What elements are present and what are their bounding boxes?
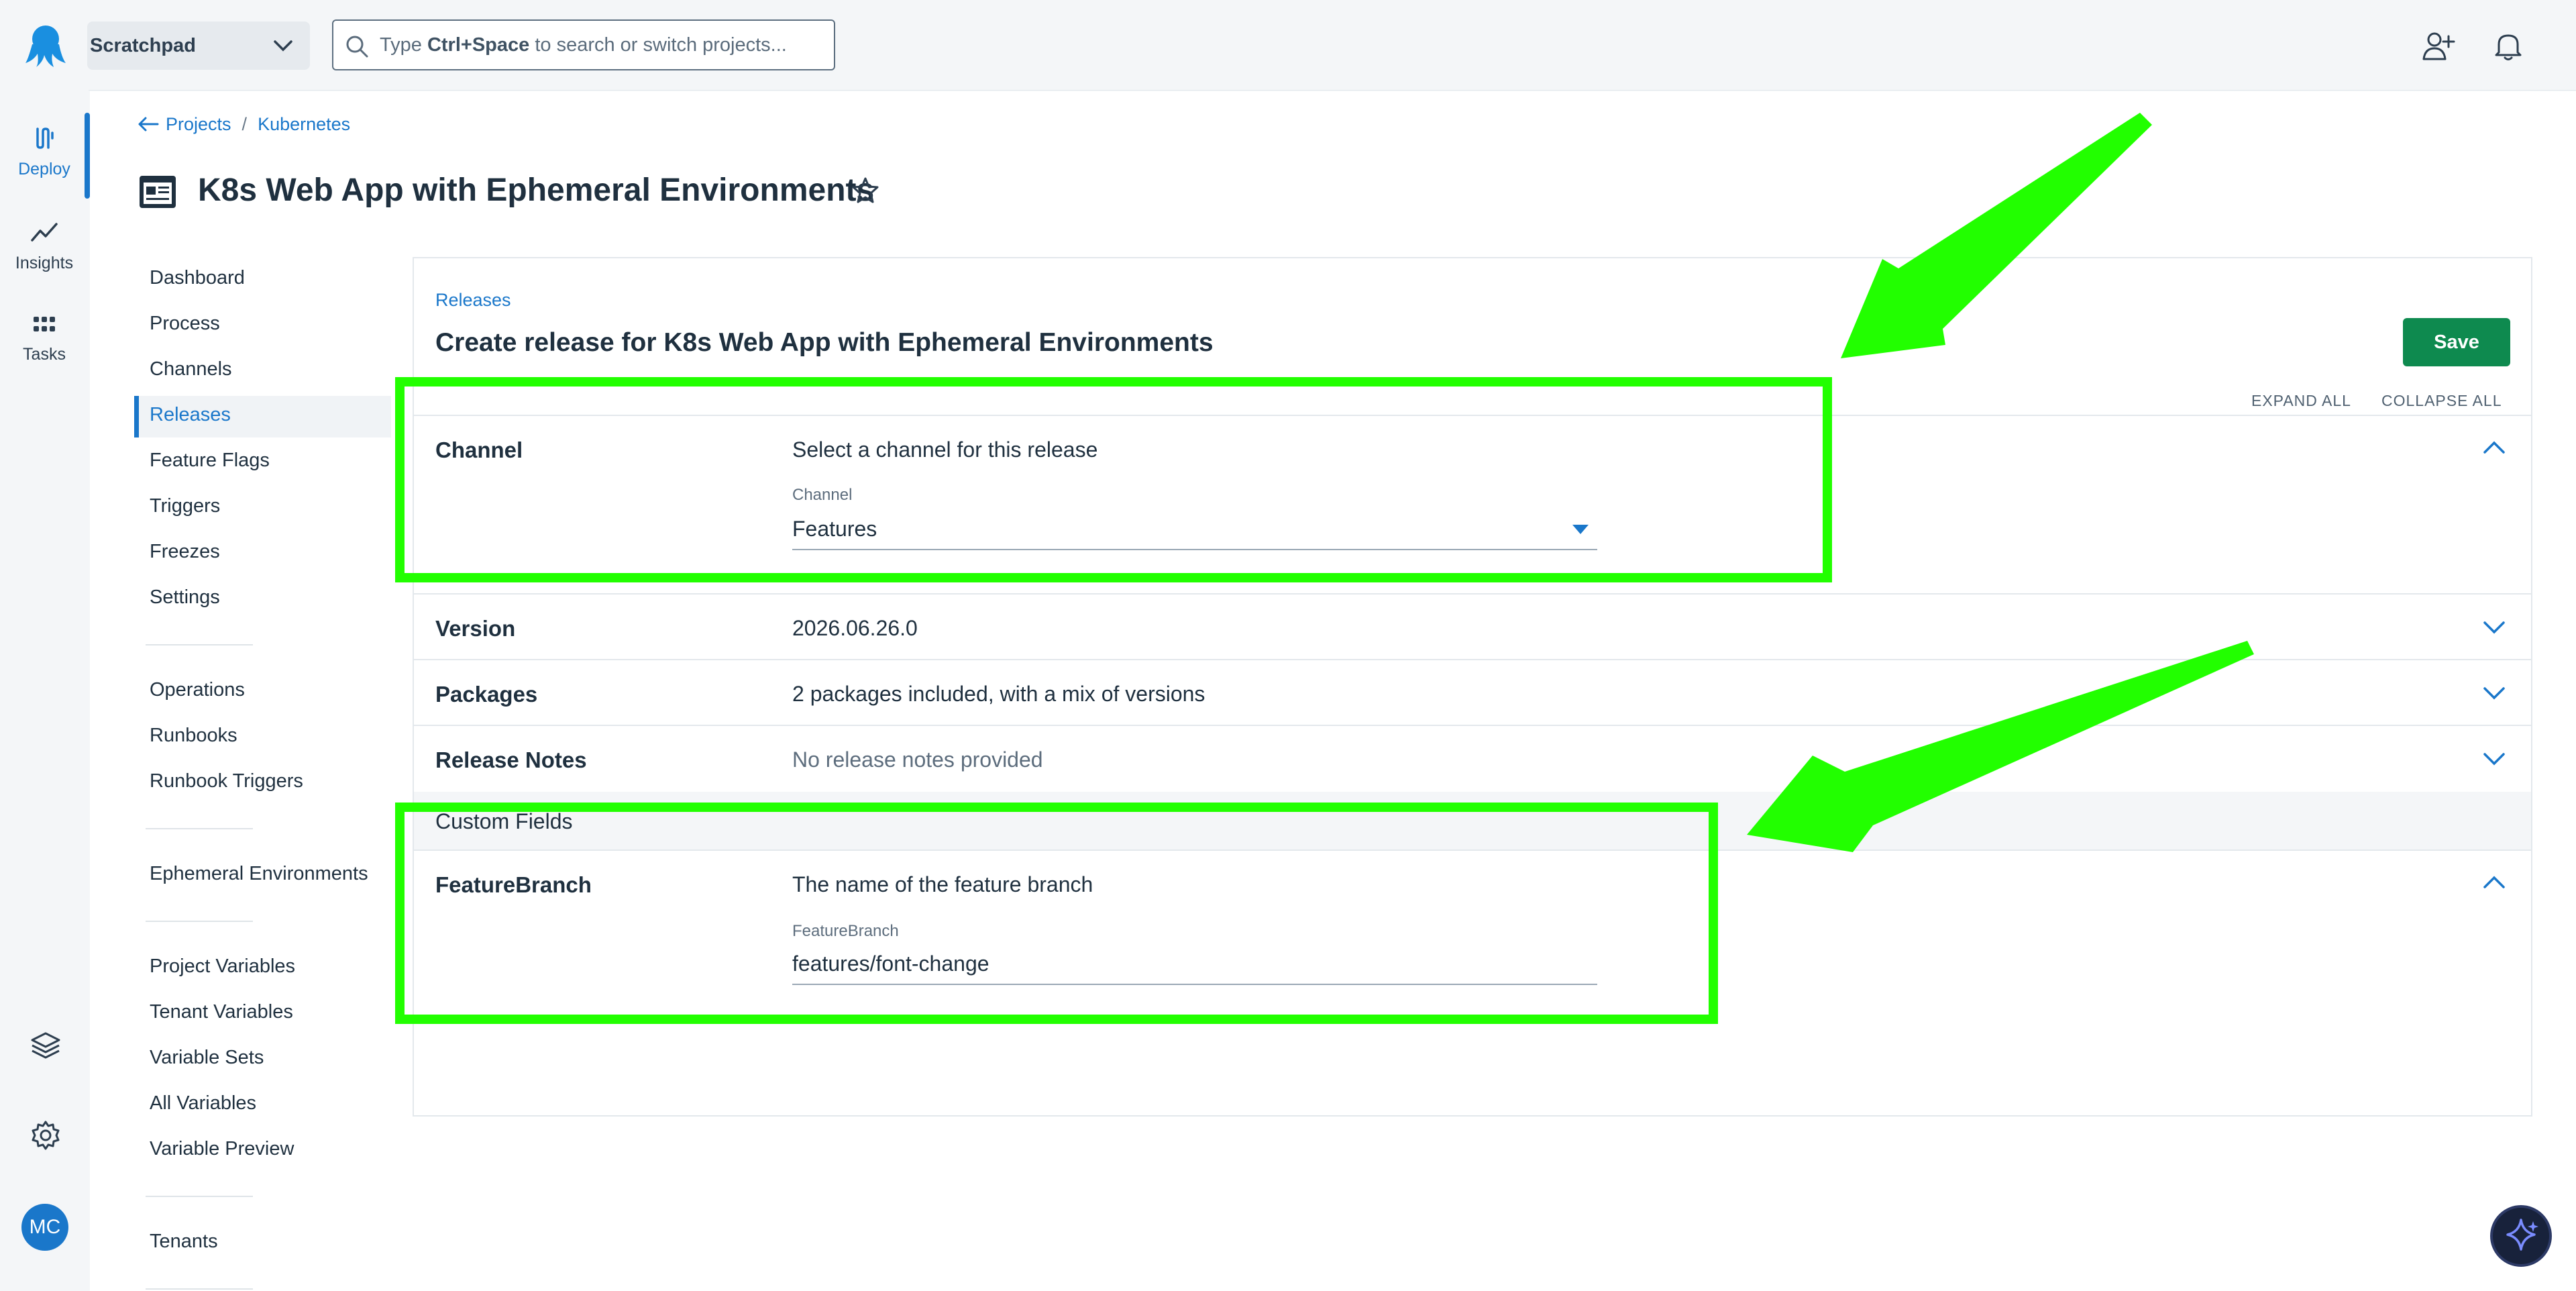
nav-item-tenant-variables[interactable]: Tenant Variables — [150, 1001, 293, 1023]
panel-title: Create release for K8s Web App with Ephe… — [435, 328, 1214, 357]
version-section-label[interactable]: Version — [435, 616, 515, 641]
nav-item-dashboard[interactable]: Dashboard — [150, 267, 245, 289]
deploy-icon — [36, 127, 54, 149]
ai-assistant-button[interactable] — [2490, 1205, 2552, 1267]
row-divider — [414, 593, 2531, 595]
packages-summary: 2 packages included, with a mix of versi… — [792, 682, 1205, 706]
rail-label-deploy: Deploy — [18, 160, 70, 178]
bell-icon[interactable] — [2493, 30, 2524, 62]
layers-icon[interactable] — [30, 1029, 62, 1062]
breadcrumb-kubernetes-link[interactable]: Kubernetes — [258, 114, 350, 134]
panel-breadcrumb-releases[interactable]: Releases — [435, 290, 511, 311]
chevron-down-icon[interactable] — [2479, 678, 2509, 707]
row-divider — [414, 659, 2531, 660]
nav-item-project-variables[interactable]: Project Variables — [150, 956, 295, 978]
highlight-box-channel — [395, 377, 1832, 582]
nav-divider — [146, 1196, 253, 1197]
rail-item-deploy[interactable]: Deploy — [0, 125, 89, 179]
nav-item-runbooks[interactable]: Runbooks — [150, 725, 237, 747]
rail-label-insights: Insights — [15, 254, 74, 272]
breadcrumb-projects-link[interactable]: Projects — [166, 114, 231, 134]
release-notes-section-label[interactable]: Release Notes — [435, 747, 587, 773]
nav-item-all-variables[interactable]: All Variables — [150, 1092, 256, 1115]
octopus-logo-icon[interactable] — [24, 21, 67, 68]
nav-item-channels[interactable]: Channels — [150, 358, 232, 380]
nav-item-feature-flags[interactable]: Feature Flags — [150, 450, 270, 472]
breadcrumb: Projects / Kubernetes — [138, 114, 350, 135]
grid-icon — [34, 317, 55, 331]
nav-item-variable-sets[interactable]: Variable Sets — [150, 1047, 264, 1069]
search-icon — [346, 36, 368, 58]
chevron-down-icon[interactable] — [2479, 743, 2509, 773]
user-avatar[interactable]: MC — [21, 1204, 68, 1251]
packages-section-label[interactable]: Packages — [435, 682, 537, 707]
nav-item-runbook-triggers[interactable]: Runbook Triggers — [150, 770, 303, 792]
add-user-icon[interactable] — [2422, 30, 2455, 63]
release-notes-summary: No release notes provided — [792, 747, 1043, 772]
nav-active-indicator — [134, 396, 139, 437]
gear-icon[interactable] — [30, 1119, 62, 1151]
nav-item-triggers[interactable]: Triggers — [150, 495, 220, 517]
sparkle-icon — [2506, 1219, 2538, 1251]
nav-item-variable-preview[interactable]: Variable Preview — [150, 1138, 294, 1160]
nav-item-settings[interactable]: Settings — [150, 586, 220, 609]
chevron-down-icon[interactable] — [2479, 612, 2509, 641]
chevron-up-icon[interactable] — [2479, 868, 2509, 898]
arrow-left-icon[interactable] — [138, 116, 159, 132]
save-button[interactable]: Save — [2403, 318, 2510, 366]
row-divider — [414, 725, 2531, 726]
chevron-up-icon[interactable] — [2479, 433, 2509, 463]
nav-divider — [146, 921, 253, 922]
page-title: K8s Web App with Ephemeral Environments — [198, 172, 875, 208]
chevron-down-icon — [274, 40, 292, 52]
nav-item-releases[interactable]: Releases — [150, 404, 231, 426]
nav-item-ephemeral-environments[interactable]: Ephemeral Environments — [150, 863, 368, 885]
nav-item-process[interactable]: Process — [150, 313, 220, 335]
rail-item-insights[interactable]: Insights — [0, 219, 89, 273]
project-icon — [140, 176, 176, 208]
expand-all-button[interactable]: EXPAND ALL — [2251, 392, 2351, 410]
rail-item-tasks[interactable]: Tasks — [0, 313, 89, 364]
nav-item-freezes[interactable]: Freezes — [150, 541, 220, 563]
star-icon[interactable] — [851, 176, 880, 205]
nav-item-operations[interactable]: Operations — [150, 679, 245, 701]
collapse-all-button[interactable]: COLLAPSE ALL — [2381, 392, 2502, 410]
rail-label-tasks: Tasks — [23, 345, 66, 364]
version-value: 2026.06.26.0 — [792, 616, 918, 640]
search-placeholder: Type Ctrl+Space to search or switch proj… — [380, 34, 787, 56]
nav-divider — [146, 1288, 253, 1290]
highlight-box-feature-branch — [395, 803, 1718, 1024]
nav-divider — [146, 828, 253, 829]
nav-item-tenants[interactable]: Tenants — [150, 1231, 218, 1253]
space-name: Scratchpad — [90, 35, 196, 56]
breadcrumb-separator: / — [241, 114, 248, 134]
nav-divider — [146, 644, 253, 646]
trend-icon — [31, 223, 58, 242]
